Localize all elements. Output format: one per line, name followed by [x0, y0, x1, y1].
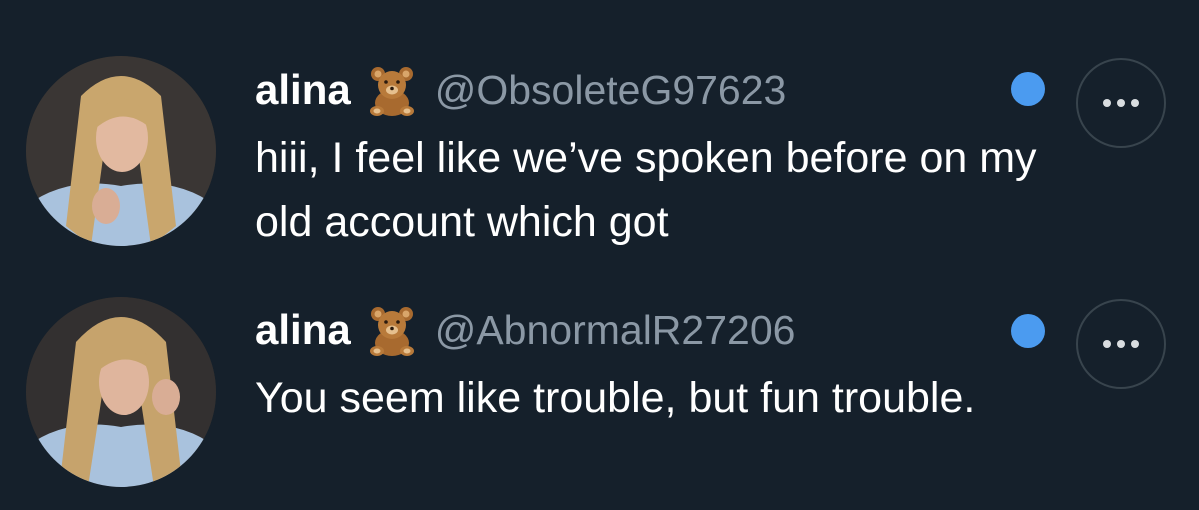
more-options-button[interactable] [1076, 58, 1166, 148]
teddy-bear-icon [365, 303, 419, 357]
message-header: alina @AbnormalR27206 [255, 302, 795, 358]
message-header: alina @ObsoleteG97623 [255, 62, 786, 118]
sender-name[interactable]: alina [255, 306, 351, 354]
sender-name[interactable]: alina [255, 66, 351, 114]
message-item[interactable]: alina @ObsoleteG97623 hiii, I feel like … [0, 0, 1199, 250]
sender-handle[interactable]: @AbnormalR27206 [435, 307, 796, 354]
more-options-button[interactable] [1076, 299, 1166, 389]
teddy-bear-icon [365, 63, 419, 117]
message-preview: You seem like trouble, but fun trouble. [255, 374, 976, 422]
more-options-icon [1103, 340, 1111, 348]
more-options-icon [1103, 99, 1111, 107]
message-preview: hiii, I feel like we’ve spoken before on… [255, 134, 1037, 246]
sender-handle[interactable]: @ObsoleteG97623 [435, 67, 787, 114]
more-options-icon [1117, 340, 1125, 348]
more-options-icon [1131, 340, 1139, 348]
unread-dot-icon [1011, 72, 1045, 106]
avatar[interactable] [26, 56, 216, 246]
more-options-icon [1117, 99, 1125, 107]
unread-dot-icon [1011, 314, 1045, 348]
message-item[interactable]: alina @AbnormalR27206 You seem like trou… [0, 250, 1199, 500]
more-options-icon [1131, 99, 1139, 107]
avatar[interactable] [26, 297, 216, 487]
